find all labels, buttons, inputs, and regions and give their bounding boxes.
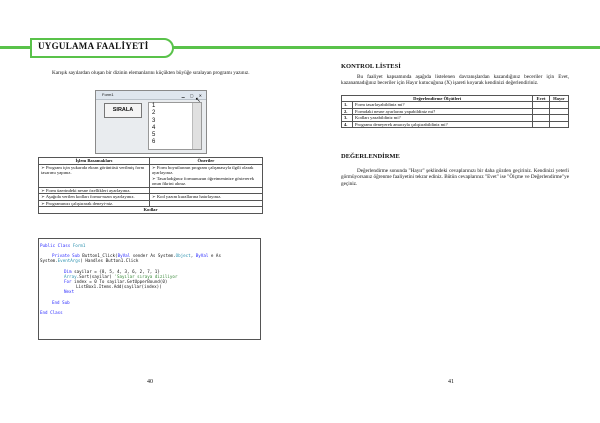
code-token: ) Handles Button1.Click xyxy=(80,258,139,264)
evaluation-title: DEĞERLENDİRME xyxy=(341,153,400,160)
steps-table: İşlem Basamakları Öneriler ➢ Program içi… xyxy=(38,157,264,214)
page-number-right: 41 xyxy=(448,379,454,385)
code-block: Public Class Form1 Private Sub Button1_C… xyxy=(38,238,261,340)
row-number: 4. xyxy=(341,120,353,129)
sort-button: SIRALA xyxy=(104,103,142,118)
code-token: sender As System. xyxy=(132,253,176,259)
window-title: Form1 xyxy=(102,92,114,97)
code-header: Kodlar xyxy=(38,206,263,214)
code-token: System. xyxy=(40,258,58,264)
page-number-left: 40 xyxy=(147,379,153,385)
step-cell: ➢ Program için yukarıda ekran görüntüsü … xyxy=(38,163,150,188)
evaluation-text: Değerlendirme sonunda "Hayır" şeklindeki… xyxy=(341,168,569,187)
no-box xyxy=(548,120,570,129)
checklist-intro: Bu faaliyet kapsamında aşağıda listelene… xyxy=(341,74,569,87)
code-token: For xyxy=(64,279,75,285)
yes-box xyxy=(532,120,550,129)
section-tab: UYGULAMA FAALİYETİ xyxy=(30,38,174,58)
listbox: 1 2 3 4 5 6 xyxy=(148,102,202,150)
mouse-cursor-icon: ↖ xyxy=(195,96,201,104)
code-token: EventArgs xyxy=(57,258,81,264)
code-token: Object xyxy=(175,253,191,259)
checklist-title: KONTROL LİSTESİ xyxy=(341,63,401,70)
code-token: ByVal xyxy=(195,253,211,259)
section-title: UYGULAMA FAALİYETİ xyxy=(38,41,149,51)
code-token: Public Class xyxy=(40,243,73,248)
code-token: e As xyxy=(210,253,221,259)
intro-text: Karışık sayılardan oluşan bir dizinin el… xyxy=(52,70,250,76)
listbox-scrollbar xyxy=(192,103,201,149)
step-cell: ➢ Aşağıda verilen kodları forma-nızın uy… xyxy=(38,193,150,201)
form-window-screenshot: Form1 ▁ ▢ ✕ SIRALA 1 2 3 4 5 6 xyxy=(95,90,207,154)
code-line: End Class xyxy=(40,309,63,315)
checklist-table: Değerlendirme Ölçütleri Evet Hayır 1. Fo… xyxy=(340,94,570,129)
criterion-text: Programı deneyerek amacıyla çalıştırabil… xyxy=(351,120,534,129)
code-token: Form1 xyxy=(72,243,86,248)
window-titlebar: Form1 ▁ ▢ ✕ xyxy=(96,91,206,100)
tip-cell: ➢ Form boyutlarının program çalışmasıyla… xyxy=(148,163,264,188)
